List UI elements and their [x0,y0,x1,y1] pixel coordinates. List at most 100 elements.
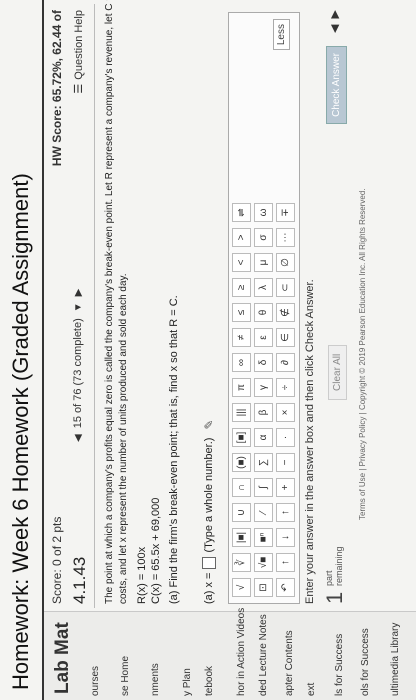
palette-key[interactable]: √ [232,578,251,597]
palette-key[interactable]: ⊂ [276,278,295,297]
instructions: Enter your answer in the answer box and … [304,279,316,604]
palette-key[interactable]: α [254,428,273,447]
palette-key[interactable]: ∑ [254,453,273,472]
sidebar-item-ebook[interactable]: tebook [204,666,215,696]
sidebar-item-assignments[interactable]: nments [150,663,161,696]
palette-key[interactable]: ∅ [276,253,295,272]
sidebar-item-chapter-contents[interactable]: apter Contents [284,630,295,696]
math-palette: √ ∛ |■| ∪ ∩ (■) [■] ||| π ∞ ≠ ≤ ≥ < > ⇌ ⊡ √■ ■ⁿ ⁄ ∫ ∑ α β γ δ ε θ λ μ… [228,12,300,604]
sidebar-title: Lab Mat [52,622,73,694]
parts-remaining-count: 1 [322,591,347,604]
less-button[interactable]: Less [273,19,290,51]
palette-key[interactable]: ∓ [276,203,295,222]
problem-line-2: costs, and let x represent the number of… [118,273,129,604]
palette-key[interactable]: ≥ [232,278,251,297]
panel-divider [94,4,95,608]
palette-key[interactable]: > [232,228,251,247]
palette-key[interactable]: ||| [232,403,251,422]
palette-key[interactable]: ≤ [232,303,251,322]
sidebar-item-text[interactable]: ext [306,683,317,696]
check-answer-button[interactable]: Check Answer [326,46,347,124]
palette-key[interactable]: π [232,378,251,397]
sidebar-item-courses[interactable]: ourses [90,666,101,696]
next-arrow-icon[interactable]: ▶ [328,10,341,18]
sidebar-item-skills-success[interactable]: ls for Success [334,634,345,696]
score-label: Score: 0 of 2 pts [50,516,64,604]
palette-key[interactable]: |■| [232,528,251,547]
sidebar-item-multimedia-library[interactable]: ultimedia Library [390,623,401,696]
question-arrows: ◀ ▶ [328,10,341,33]
palette-key[interactable]: − [276,453,295,472]
palette-key[interactable]: ∫ [254,478,273,497]
parts-remaining-label: part remaining [324,546,344,586]
palette-key[interactable]: √■ [254,553,273,572]
palette-key[interactable]: ■ⁿ [254,528,273,547]
question-help-label: Question Help [72,10,85,80]
palette-key[interactable]: × [276,403,295,422]
previous-question-icon[interactable]: ◀ [73,434,84,442]
answer-row: (a) x = (Type a whole number.) ✎ [202,419,216,604]
palette-key[interactable]: ∞ [232,353,251,372]
palette-key[interactable]: (■) [232,453,251,472]
header-divider [42,0,44,700]
palette-key[interactable]: ∂ [276,353,295,372]
part-a-prompt: (a) Find the firm's break-even point; th… [168,295,180,604]
left-sidebar: Lab Mat ourses se Home nments y Plan teb… [44,608,416,700]
homework-screen: Homework: Week 6 Homework (Graded Assign… [0,0,416,700]
palette-key[interactable]: · [276,428,295,447]
palette-key[interactable]: + [276,478,295,497]
answer-hint: (Type a whole number.) [203,437,215,553]
question-navigator: ◀ 15 of 76 (73 complete) ▼ ▶ [72,289,84,442]
question-help-button[interactable]: ☰ Question Help [72,10,86,94]
palette-key[interactable]: [■] [232,428,251,447]
palette-key[interactable]: ω [254,203,273,222]
palette-key[interactable]: ÷ [276,378,295,397]
page-title: Homework: Week 6 Homework (Graded Assign… [8,173,33,690]
answer-input[interactable] [202,556,216,569]
parts-label-line-1: part [324,570,334,586]
cost-equation: C(x) = 65.5x + 69,000 [150,497,162,604]
palette-key[interactable]: < [232,253,251,272]
palette-key[interactable]: ∈ [276,328,295,347]
sidebar-item-lecture-notes[interactable]: ded Lecture Notes [258,614,269,696]
palette-key[interactable]: ∉ [276,303,295,322]
palette-key[interactable]: ↶ [276,578,295,597]
palette-key[interactable]: ∛ [232,553,251,572]
palette-key[interactable]: ↑ [276,553,295,572]
footer-text: Terms of Use | Privacy Policy | Copyrigh… [358,188,367,520]
palette-key[interactable]: θ [254,303,273,322]
palette-key[interactable]: β [254,403,273,422]
palette-key[interactable]: ↑ [276,503,295,522]
palette-key[interactable]: μ [254,253,273,272]
palette-key[interactable]: σ [254,228,273,247]
palette-key[interactable]: γ [254,378,273,397]
sidebar-item-tools-success[interactable]: ols for Success [360,628,371,696]
palette-key[interactable]: λ [254,278,273,297]
palette-key[interactable]: ⁄ [254,503,273,522]
palette-key[interactable]: ⇌ [232,203,251,222]
question-progress: 15 of 76 (73 complete) [72,318,84,429]
palette-key[interactable]: ≠ [232,328,251,347]
revenue-equation: R(x) = 100x [136,546,148,604]
hw-score-label: HW Score: 65.72%, 62.44 of [50,10,64,167]
sidebar-item-course-home[interactable]: se Home [120,656,131,696]
palette-key[interactable]: ↓ [276,528,295,547]
palette-key[interactable]: ε [254,328,273,347]
palette-key[interactable]: δ [254,353,273,372]
sidebar-item-author-videos[interactable]: hor in Action Videos [236,608,247,696]
next-question-icon[interactable]: ▶ [73,289,84,297]
palette-key[interactable]: ∩ [232,478,251,497]
answer-prefix: (a) x = [203,572,215,604]
clear-all-button[interactable]: Clear All [328,344,347,400]
question-list-dropdown-icon[interactable]: ▼ [73,302,84,312]
palette-key[interactable]: ⊡ [254,578,273,597]
pencil-icon: ✎ [202,419,216,430]
parts-label-line-2: remaining [334,546,344,586]
list-icon: ☰ [73,83,85,94]
previous-arrow-icon[interactable]: ◀ [328,24,341,32]
problem-line-1: The point at which a company's profits e… [104,0,115,604]
sidebar-item-study-plan[interactable]: y Plan [182,668,193,696]
palette-key[interactable]: ∪ [232,503,251,522]
palette-key[interactable]: ⋯ [276,228,295,247]
question-id: 4.1.43 [70,556,89,604]
